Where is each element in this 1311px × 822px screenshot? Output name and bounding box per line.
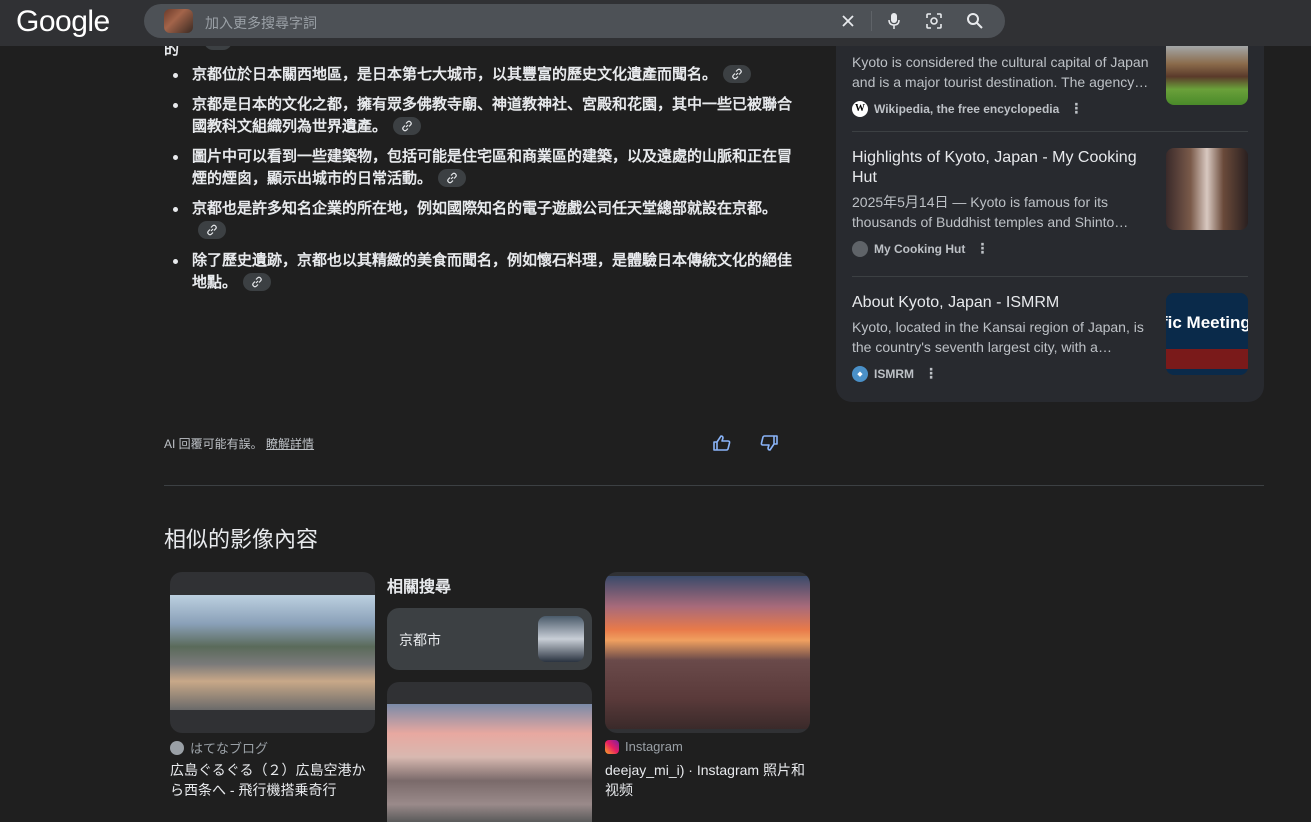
source-footer: My Cooking Hut ⋮ xyxy=(852,240,1248,257)
clear-icon[interactable] xyxy=(838,11,858,31)
card-title[interactable]: 広島ぐるぐる（２）広島空港から西条へ - 飛行機搭乗奇行 xyxy=(170,760,375,800)
related-search-chip[interactable]: 京都市 xyxy=(387,608,592,670)
section-divider xyxy=(164,485,1264,486)
similar-image-card[interactable] xyxy=(387,682,592,822)
ai-answer-list: 京都位於日本關西地區，是日本第七大城市，以其豐富的歷史文化遺產而聞名。 京都是日… xyxy=(164,64,794,302)
ai-disclaimer: AI 回覆可能有誤。 瞭解詳情 xyxy=(164,437,315,451)
divider xyxy=(852,276,1248,277)
citation-link-icon[interactable] xyxy=(393,117,422,136)
related-search-text: 京都市 xyxy=(399,632,441,648)
citation-link-icon[interactable] xyxy=(243,273,272,292)
search-divider xyxy=(871,11,872,31)
source-site-name: ISMRM xyxy=(874,366,914,381)
answer-bullet: 除了歷史遺跡，京都也以其精緻的美食而聞名，例如懷石料理，是體驗日本傳統文化的絕佳… xyxy=(164,250,794,294)
site-favicon-icon xyxy=(852,240,868,257)
search-box[interactable]: 加入更多搜尋字詞 xyxy=(144,4,1005,38)
citation-link-icon[interactable] xyxy=(723,65,752,84)
source-site-name: My Cooking Hut xyxy=(874,241,966,256)
similar-image-city xyxy=(170,595,375,710)
more-options-icon[interactable]: ⋮ xyxy=(924,365,938,382)
source-title[interactable]: About Kyoto, Japan - ISMRM xyxy=(852,293,1152,313)
card-source: Instagram xyxy=(605,739,683,754)
related-searches-label: 相關搜尋 xyxy=(387,579,452,596)
source-description: Kyoto, located in the Kansai region of J… xyxy=(852,319,1144,355)
google-logo[interactable]: Google xyxy=(16,5,110,39)
similar-image-card[interactable] xyxy=(605,572,810,733)
answer-bullet: 京都是日本的文化之都，擁有眾多佛教寺廟、神道教神社、宮殿和花園，其中一些已被聯合… xyxy=(164,94,794,138)
microphone-icon[interactable] xyxy=(884,11,904,31)
search-input[interactable]: 加入更多搜尋字詞 xyxy=(205,13,317,33)
citation-link-icon[interactable] xyxy=(438,169,467,188)
wikipedia-favicon-icon: W xyxy=(852,100,868,117)
thumbnail-band xyxy=(1166,349,1248,369)
similar-image-sunset-city xyxy=(387,704,592,822)
query-image-thumbnail[interactable] xyxy=(164,9,193,33)
source-description: Kyoto is considered the cultural capital… xyxy=(852,54,1149,90)
similar-images-heading: 相似的影像內容 xyxy=(164,527,319,552)
card-title[interactable]: deejay_mi_i) · Instagram 照片和视频 xyxy=(605,760,810,800)
thumbs-down-icon[interactable] xyxy=(758,432,780,454)
answer-bullet: 京都也是許多知名企業的所在地，例如國際知名的電子遊戲公司任天堂總部就設在京都。 xyxy=(164,198,794,242)
source-thumbnail-geisha[interactable] xyxy=(1166,148,1248,230)
similar-image-sunset xyxy=(605,576,810,729)
ismrm-favicon-icon: ◆ xyxy=(852,365,868,382)
top-bar: Google 加入更多搜尋字詞 xyxy=(0,0,1311,46)
learn-more-link[interactable]: 瞭解詳情 xyxy=(266,437,314,451)
source-site-name: Wikipedia, the free encyclopedia xyxy=(874,101,1060,116)
search-icon[interactable] xyxy=(965,11,985,31)
instagram-icon xyxy=(605,739,619,754)
answer-bullet: 京都位於日本關西地區，是日本第七大城市，以其豐富的歷史文化遺產而聞名。 xyxy=(164,64,794,86)
sources-panel: Kyoto is considered the cultural capital… xyxy=(836,30,1264,402)
lens-icon[interactable] xyxy=(924,11,944,31)
source-thumbnail-ismrm[interactable]: fic Meeting xyxy=(1166,293,1248,375)
more-options-icon[interactable]: ⋮ xyxy=(975,240,989,257)
similar-image-card[interactable] xyxy=(170,572,375,733)
related-search-thumbnail xyxy=(538,616,584,662)
divider xyxy=(852,131,1248,132)
thumbs-up-icon[interactable] xyxy=(711,432,733,454)
site-favicon-icon xyxy=(170,740,184,755)
answer-bullet: 圖片中可以看到一些建築物，包括可能是住宅區和商業區的建築，以及遠處的山脈和正在冒… xyxy=(164,146,794,190)
citation-link-icon[interactable] xyxy=(198,221,226,240)
source-thumbnail-temple[interactable] xyxy=(1166,42,1248,105)
source-description: 2025年5月14日 — Kyoto is famous for its tho… xyxy=(852,194,1129,230)
source-title[interactable]: Highlights of Kyoto, Japan - My Cooking … xyxy=(852,148,1152,188)
thumbnail-text: fic Meeting xyxy=(1166,313,1248,332)
card-source: はてなブログ xyxy=(170,738,268,757)
thumbnail-band xyxy=(1166,293,1248,307)
more-options-icon[interactable]: ⋮ xyxy=(1069,100,1083,117)
